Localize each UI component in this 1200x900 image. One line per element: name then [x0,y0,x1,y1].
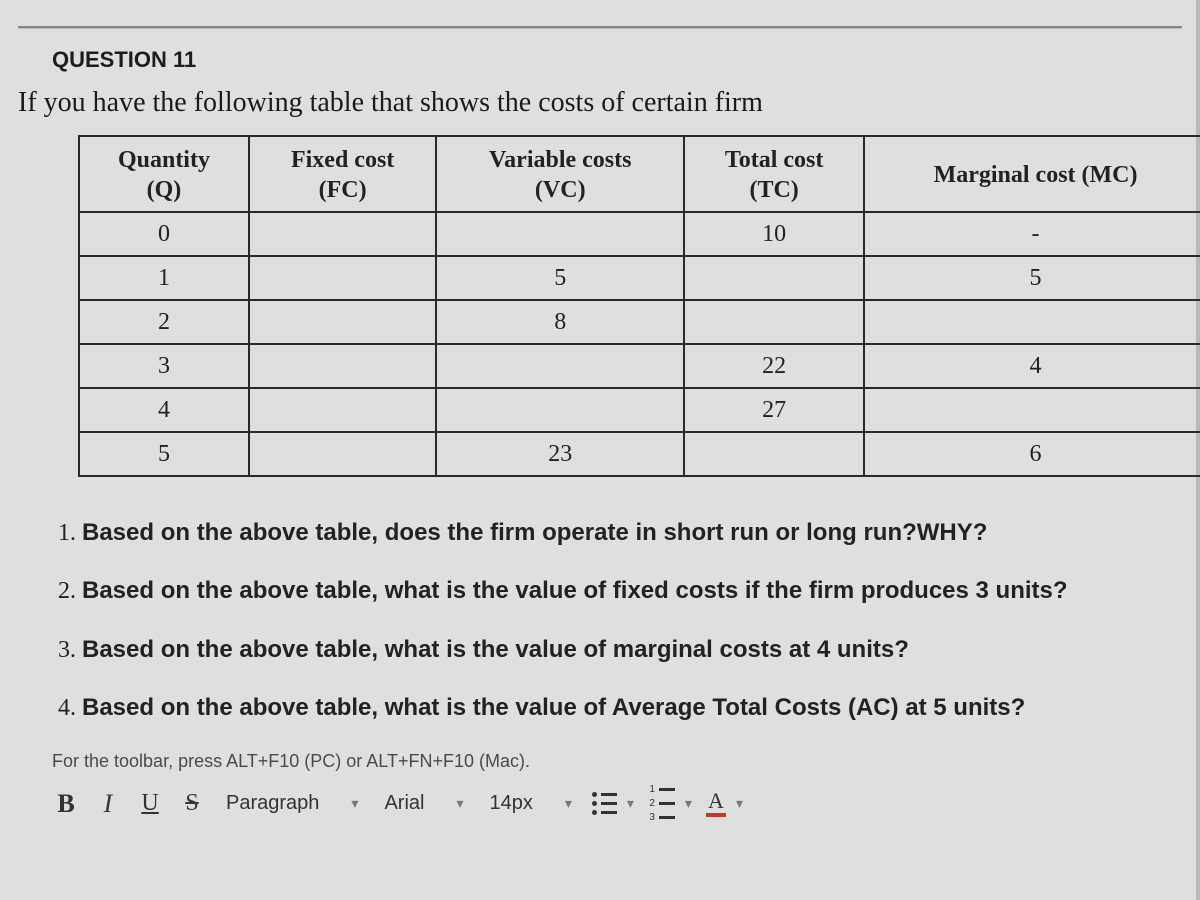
cell-mc: 4 [864,344,1200,388]
col-header-title: Variable costs [489,147,631,173]
cell-mc: 5 [864,256,1200,300]
numbered-list-icon: 1 2 3 [648,785,675,823]
chevron-down-icon: ▾ [685,795,692,812]
font-family-value: Arial [384,792,424,815]
col-header-variable-cost: Variable costs (VC) [436,136,684,212]
cell-q: 1 [79,256,249,300]
col-header-sub: (TC) [693,175,855,205]
top-divider [18,26,1182,29]
cell-fc [249,344,436,388]
cell-fc [249,256,436,300]
col-header-title: Fixed cost [291,147,394,173]
sub-question-text: Based on the above table, what is the va… [82,636,909,663]
block-format-value: Paragraph [226,792,319,815]
table-row: 5 23 6 [79,432,1200,476]
col-header-title: Quantity [118,147,210,173]
question-number-label: QUESTION 11 [52,47,1182,73]
table-row: 2 8 [79,300,1200,344]
cell-vc [436,212,684,256]
cell-vc: 8 [436,300,684,344]
cell-fc [249,212,436,256]
bold-button[interactable]: B [52,788,80,820]
chevron-down-icon: ▾ [351,795,358,812]
underline-button[interactable]: U [136,788,164,820]
table-row: 4 27 [79,388,1200,432]
rich-text-editor: For the toolbar, press ALT+F10 (PC) or A… [48,751,1152,826]
question-intro-text: If you have the following table that sho… [18,87,1182,119]
bullet-list-button[interactable]: ▾ [592,788,634,820]
chevron-down-icon: ▾ [736,795,743,812]
chevron-down-icon: ▾ [565,795,572,812]
col-header-quantity: Quantity (Q) [79,136,249,212]
toolbar-access-hint: For the toolbar, press ALT+F10 (PC) or A… [52,751,1152,772]
cell-mc [864,388,1200,432]
cell-q: 5 [79,432,249,476]
text-color-icon: A [706,790,726,817]
col-header-marginal-cost: Marginal cost (MC) [864,136,1200,212]
cell-mc [864,300,1200,344]
block-format-dropdown[interactable]: Paragraph ▾ [220,790,364,817]
cell-mc: - [864,212,1200,256]
font-size-value: 14px [489,792,532,815]
cell-tc: 27 [684,388,864,432]
sub-question-text: Based on the above table, what is the va… [82,577,1068,604]
sub-question-text: Based on the above table, does the firm … [82,519,987,546]
sub-question: 3.Based on the above table, what is the … [58,634,1152,666]
cell-vc [436,388,684,432]
table-row: 1 5 5 [79,256,1200,300]
col-header-sub: (Q) [88,175,240,205]
editor-toolbar: B I U S Paragraph ▾ Arial ▾ 14px ▾ [48,782,1152,826]
cell-tc [684,432,864,476]
cell-tc [684,300,864,344]
numbered-list-button[interactable]: 1 2 3 ▾ [648,788,692,820]
cell-q: 4 [79,388,249,432]
cell-q: 3 [79,344,249,388]
col-header-sub: (FC) [258,175,427,205]
cell-fc [249,300,436,344]
cell-tc: 22 [684,344,864,388]
table-header-row: Quantity (Q) Fixed cost (FC) Variable co… [79,136,1200,212]
page-edge-shadow [1196,0,1200,900]
col-header-fixed-cost: Fixed cost (FC) [249,136,436,212]
font-size-dropdown[interactable]: 14px ▾ [483,790,577,817]
font-family-dropdown[interactable]: Arial ▾ [378,790,469,817]
chevron-down-icon: ▾ [456,795,463,812]
text-color-button[interactable]: A ▾ [706,788,743,820]
cell-fc [249,388,436,432]
col-header-sub: (VC) [445,175,675,205]
strikethrough-button[interactable]: S [178,788,206,820]
chevron-down-icon: ▾ [627,795,634,812]
cell-q: 2 [79,300,249,344]
table-row: 0 10 - [79,212,1200,256]
sub-question: 4.Based on the above table, what is the … [58,692,1152,724]
cell-fc [249,432,436,476]
col-header-title: Marginal cost (MC) [934,162,1138,188]
cell-vc [436,344,684,388]
cost-table: Quantity (Q) Fixed cost (FC) Variable co… [78,135,1200,477]
sub-questions-list: 1.Based on the above table, does the fir… [58,517,1152,725]
cell-q: 0 [79,212,249,256]
sub-question-text: Based on the above table, what is the va… [82,694,1025,721]
table-row: 3 22 4 [79,344,1200,388]
cell-tc: 10 [684,212,864,256]
cell-mc: 6 [864,432,1200,476]
italic-button[interactable]: I [94,788,122,820]
col-header-total-cost: Total cost (TC) [684,136,864,212]
sub-question: 1.Based on the above table, does the fir… [58,517,1152,549]
cell-vc: 23 [436,432,684,476]
cell-tc [684,256,864,300]
sub-question: 2.Based on the above table, what is the … [58,575,1152,607]
cell-vc: 5 [436,256,684,300]
col-header-title: Total cost [725,147,823,173]
bullet-list-icon [592,792,617,815]
